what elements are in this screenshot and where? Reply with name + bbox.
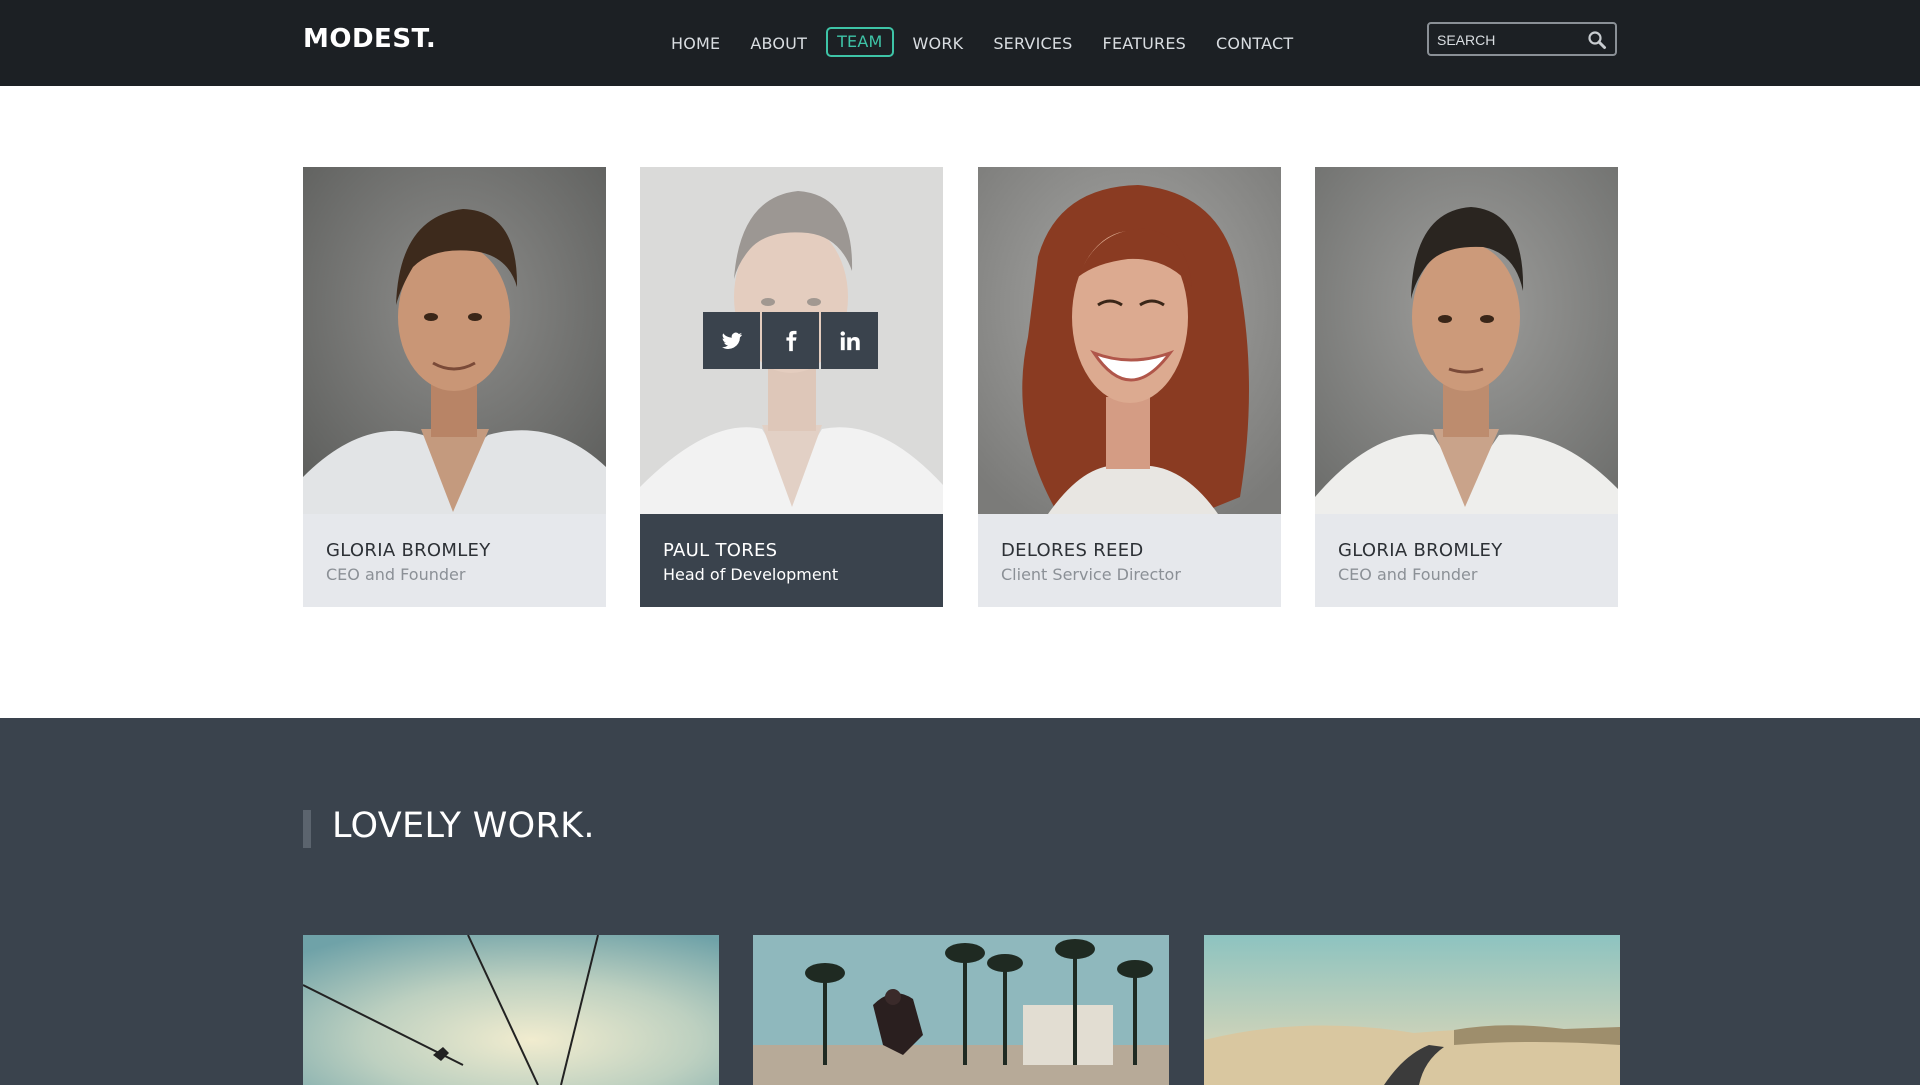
team-member-photo <box>978 167 1281 514</box>
team-card[interactable]: GLORIA BROMLEY CEO and Founder <box>1315 167 1618 607</box>
facebook-button[interactable] <box>762 312 819 369</box>
team-section: GLORIA BROMLEY CEO and Founder PAUL TORE… <box>303 167 1620 607</box>
team-member-photo <box>303 167 606 514</box>
search-icon[interactable] <box>1587 30 1607 50</box>
team-member-photo <box>640 167 943 514</box>
facebook-icon <box>785 330 796 351</box>
nav-item-about[interactable]: ABOUT <box>735 27 822 57</box>
social-links <box>703 312 878 369</box>
portfolio-item[interactable] <box>1204 935 1620 1085</box>
team-member-name: GLORIA BROMLEY <box>1338 540 1503 561</box>
search-input[interactable] <box>1435 28 1579 52</box>
work-section: LOVELY WORK. <box>0 718 1920 1085</box>
team-card[interactable]: PAUL TORES Head of Development <box>640 167 943 607</box>
section-title-accent <box>303 810 311 848</box>
nav-item-contact[interactable]: CONTACT <box>1201 27 1308 57</box>
team-card-info: DELORES REED Client Service Director <box>978 514 1281 607</box>
nav-item-work[interactable]: WORK <box>898 27 979 57</box>
team-member-name: GLORIA BROMLEY <box>326 540 491 561</box>
team-member-name: PAUL TORES <box>663 540 778 561</box>
team-card-info: PAUL TORES Head of Development <box>640 514 943 607</box>
main-nav: HOME ABOUT TEAM WORK SERVICES FEATURES C… <box>656 27 1308 57</box>
team-card[interactable]: DELORES REED Client Service Director <box>978 167 1281 607</box>
twitter-button[interactable] <box>703 312 760 369</box>
team-card-info: GLORIA BROMLEY CEO and Founder <box>303 514 606 607</box>
twitter-icon <box>721 332 742 349</box>
portfolio-item[interactable] <box>753 935 1169 1085</box>
team-member-role: Client Service Director <box>1001 565 1181 584</box>
nav-item-services[interactable]: SERVICES <box>978 27 1087 57</box>
section-title: LOVELY WORK. <box>332 806 595 846</box>
team-card-info: GLORIA BROMLEY CEO and Founder <box>1315 514 1618 607</box>
nav-item-home[interactable]: HOME <box>656 27 735 57</box>
team-member-photo <box>1315 167 1618 514</box>
top-navbar: MODEST. HOME ABOUT TEAM WORK SERVICES FE… <box>0 0 1920 86</box>
team-member-role: CEO and Founder <box>1338 565 1478 584</box>
nav-item-team[interactable]: TEAM <box>826 27 894 57</box>
search-box <box>1427 22 1617 56</box>
linkedin-icon <box>840 330 860 350</box>
brand-logo[interactable]: MODEST. <box>303 24 436 54</box>
nav-item-features[interactable]: FEATURES <box>1088 27 1201 57</box>
team-card[interactable]: GLORIA BROMLEY CEO and Founder <box>303 167 606 607</box>
team-member-role: CEO and Founder <box>326 565 466 584</box>
team-member-role: Head of Development <box>663 565 839 584</box>
portfolio-item[interactable] <box>303 935 719 1085</box>
linkedin-button[interactable] <box>821 312 878 369</box>
team-member-name: DELORES REED <box>1001 540 1144 561</box>
